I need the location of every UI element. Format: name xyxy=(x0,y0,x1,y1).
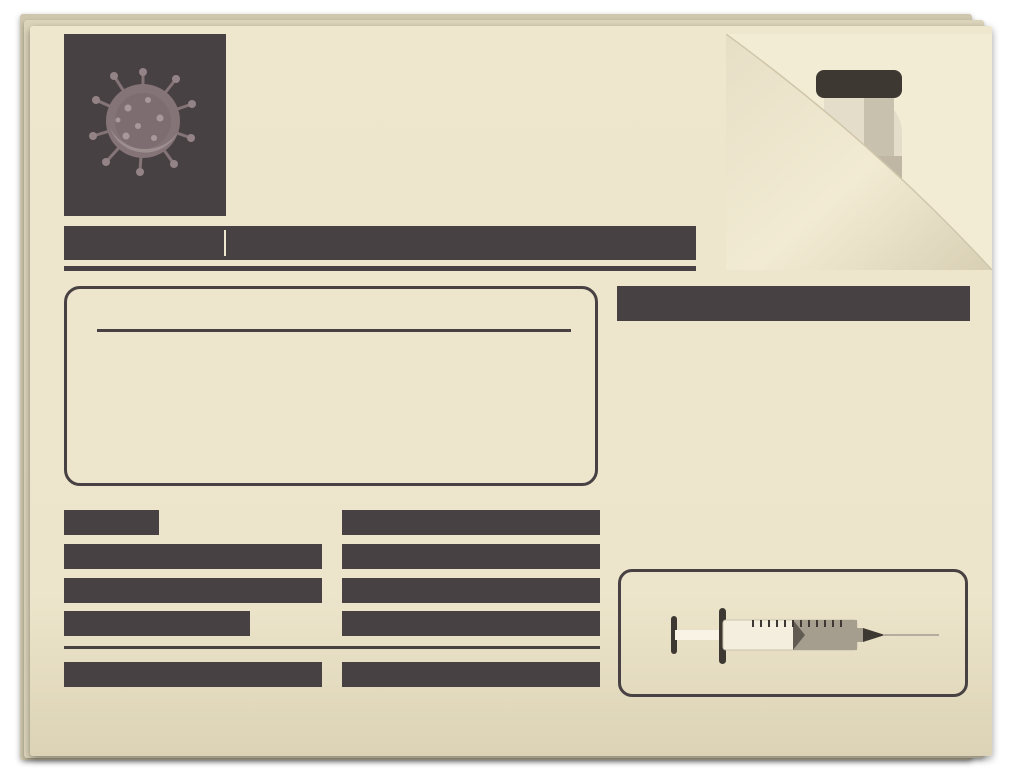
sidebar-headline-bar xyxy=(617,286,970,321)
article-box xyxy=(64,286,598,486)
syringe-image-box xyxy=(618,569,968,697)
headline-divider xyxy=(224,230,226,256)
page-curl-with-vaccine-vial xyxy=(726,34,992,270)
article-box-rule xyxy=(97,329,571,332)
column-1-line-2 xyxy=(64,544,322,569)
header-rule xyxy=(64,266,696,271)
column-2-line-4 xyxy=(342,611,600,636)
virus-icon xyxy=(89,68,196,176)
column-1-line-3 xyxy=(64,578,322,603)
column-2-line-2 xyxy=(342,544,600,569)
column-2-line-3 xyxy=(342,578,600,603)
virus-image-panel xyxy=(64,34,226,216)
headline-bar xyxy=(64,226,696,260)
column-2-line-1 xyxy=(342,510,600,535)
column-1-line-1 xyxy=(64,510,159,535)
footer-line-1 xyxy=(64,662,322,687)
syringe-icon xyxy=(671,608,939,664)
column-1-line-4 xyxy=(64,611,250,636)
column-divider-rule xyxy=(64,646,600,649)
footer-line-2 xyxy=(342,662,600,687)
